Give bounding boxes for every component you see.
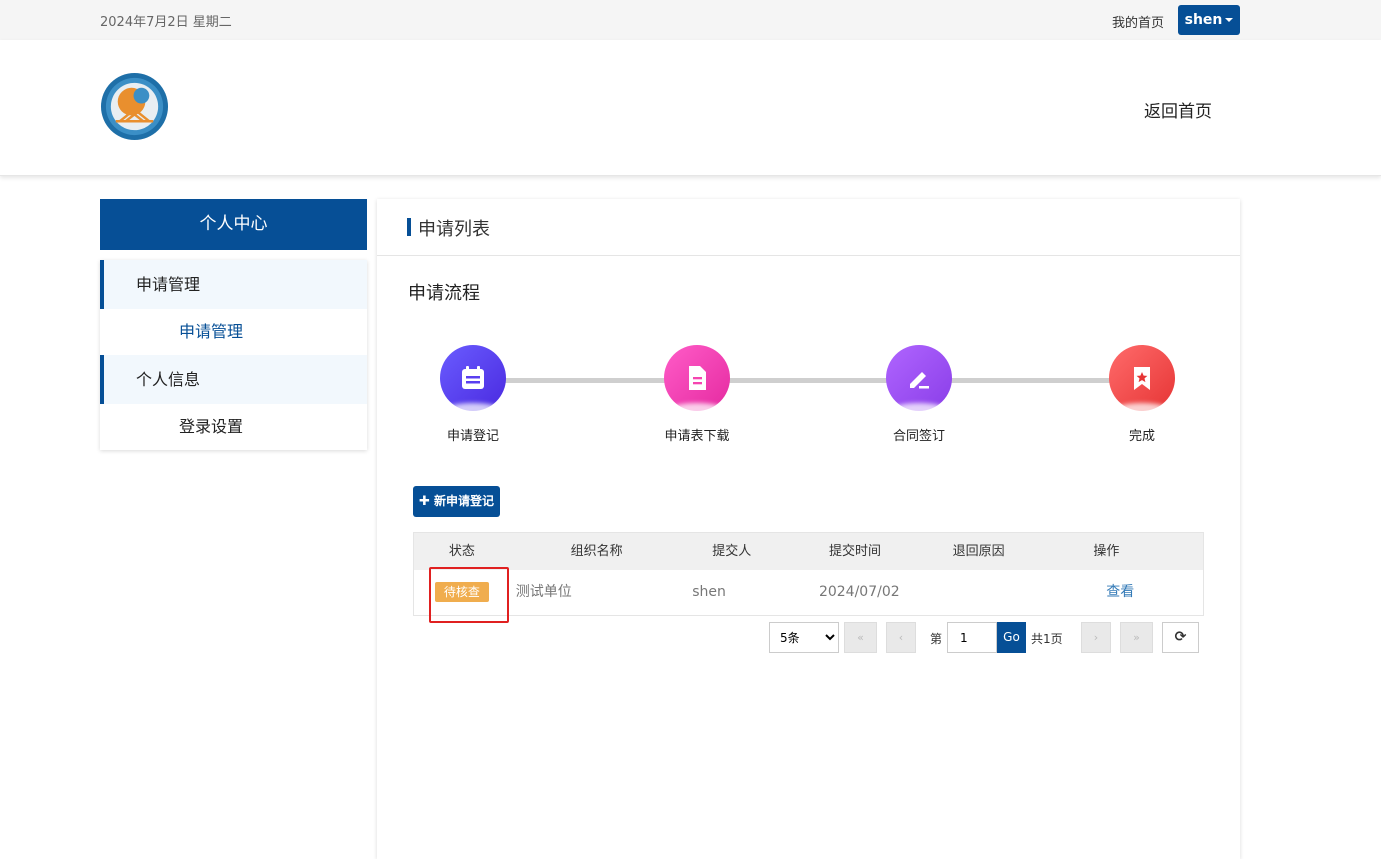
sidebar-item-application-management[interactable]: 申请管理 [100, 309, 367, 355]
calendar-icon [440, 345, 506, 411]
application-table: 状态 组织名称 提交人 提交时间 退回原因 操作 待核查 测试单位 shen 2… [413, 532, 1204, 616]
column-header-submitter: 提交人 [712, 544, 752, 559]
step-label: 申请登记 [446, 429, 499, 444]
action-cell: 查看 [1036, 570, 1203, 615]
sidebar-group-application-management[interactable]: 申请管理 [100, 260, 367, 309]
new-application-button[interactable]: ✚ 新申请登记 [413, 486, 500, 517]
site-header: 返回首页 [0, 40, 1381, 176]
panel-header: 申请列表 [377, 199, 1240, 256]
page-number-input[interactable] [947, 622, 997, 653]
refresh-icon[interactable]: ⟳ [1162, 622, 1199, 653]
pagination: 5条 « ‹ 第 Go 共1页 › » ⟳ [377, 622, 1240, 653]
step-label: 申请表下载 [664, 429, 730, 444]
last-page-button[interactable]: » [1120, 622, 1153, 653]
next-page-button[interactable]: › [1081, 622, 1111, 653]
sidebar: 个人中心 申请管理 申请管理 个人信息 登录设置 [100, 199, 367, 450]
column-header-time: 提交时间 [828, 544, 881, 559]
new-application-label: 新申请登记 [434, 494, 495, 508]
highlight-box [429, 567, 509, 623]
caret-down-icon [1225, 18, 1234, 22]
page-prefix: 第 [930, 632, 943, 646]
step-label: 合同签订 [892, 429, 945, 444]
plus-icon: ✚ [418, 494, 430, 509]
step-label: 完成 [1128, 429, 1155, 444]
column-header-action: 操作 [1093, 544, 1120, 559]
table-row: 待核查 测试单位 shen 2024/07/02 查看 [414, 570, 1203, 615]
my-homepage-link[interactable]: 我的首页 [1112, 12, 1164, 31]
column-header-reason: 退回原因 [952, 544, 1005, 559]
first-page-button[interactable]: « [844, 622, 877, 653]
reason-cell [917, 570, 1037, 615]
title-accent-bar [407, 218, 411, 236]
sidebar-item-login-settings[interactable]: 登录设置 [100, 404, 367, 450]
panel-title: 申请列表 [418, 219, 490, 240]
username: shen [1184, 12, 1223, 28]
main-panel: 申请列表 申请流程 申请登记 申请表下载 合同签订 完成 ✚ 新申请登记 状态 … [377, 199, 1240, 859]
sidebar-title: 个人中心 [100, 199, 367, 250]
column-header-status: 状态 [448, 544, 475, 559]
view-link[interactable]: 查看 [1106, 584, 1134, 600]
flow-title: 申请流程 [408, 283, 480, 304]
flow-connector-line [474, 378, 1142, 383]
submitter-cell: shen [692, 584, 726, 600]
edit-icon [886, 345, 952, 411]
step-register: 申请登记 [413, 345, 533, 444]
table-header: 状态 组织名称 提交人 提交时间 退回原因 操作 [414, 533, 1203, 570]
page-size-select[interactable]: 5条 [769, 622, 839, 653]
current-date: 2024年7月2日 星期二 [100, 15, 232, 30]
step-contract-sign: 合同签订 [859, 345, 979, 444]
prev-page-button[interactable]: ‹ [886, 622, 916, 653]
column-header-org: 组织名称 [570, 544, 623, 559]
organization-logo[interactable] [100, 72, 169, 141]
user-menu-button[interactable]: shen [1178, 5, 1240, 35]
go-button[interactable]: Go [997, 622, 1026, 653]
sidebar-group-personal-info[interactable]: 个人信息 [100, 355, 367, 404]
bookmark-star-icon [1109, 345, 1175, 411]
back-home-link[interactable]: 返回首页 [1144, 97, 1212, 122]
sidebar-menu: 申请管理 申请管理 个人信息 登录设置 [100, 260, 367, 450]
document-icon [664, 345, 730, 411]
org-cell: 测试单位 [515, 584, 572, 600]
time-cell: 2024/07/02 [818, 584, 900, 600]
step-complete: 完成 [1082, 345, 1202, 444]
step-download-form: 申请表下载 [637, 345, 757, 444]
top-bar: 2024年7月2日 星期二 我的首页 shen [0, 0, 1381, 40]
total-pages: 共1页 [1031, 632, 1063, 646]
